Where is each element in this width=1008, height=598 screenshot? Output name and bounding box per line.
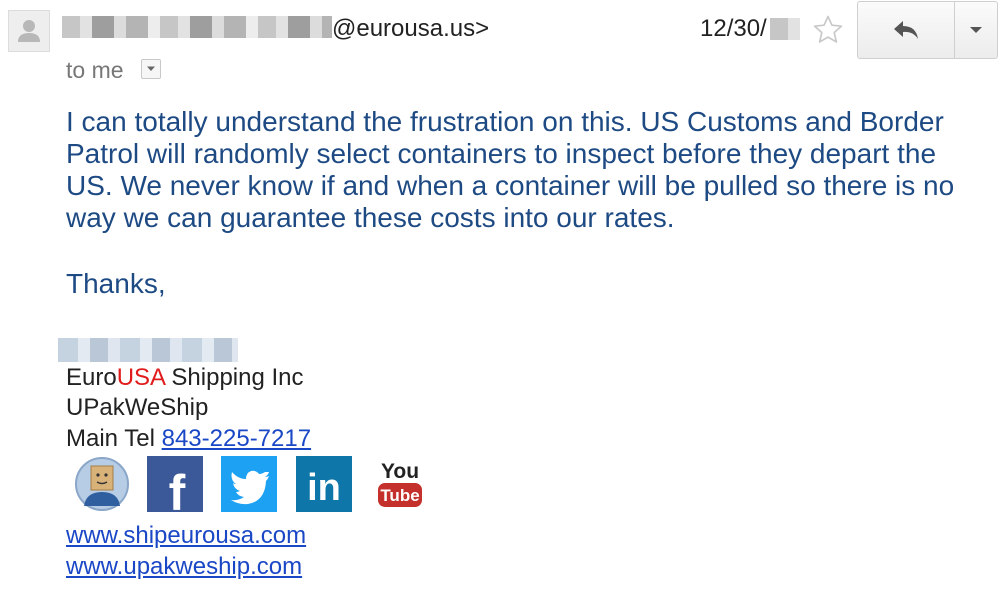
linkedin-icon: in <box>296 456 352 512</box>
sender-email: @eurousa.us> <box>332 15 490 42</box>
message-body: I can totally understand the frustration… <box>66 106 986 234</box>
person-icon <box>18 20 40 42</box>
phone-link[interactable]: 843-225-7217 <box>162 425 311 452</box>
website-link-shipeurousa[interactable]: www.shipeurousa.com <box>66 520 306 551</box>
recipient-label: to me <box>66 57 124 83</box>
company-highlight: USA <box>116 364 165 391</box>
youtube-bottom-text: Tube <box>380 486 419 505</box>
phone-label: Main Tel <box>66 425 162 452</box>
youtube-link[interactable]: You Tube <box>372 456 428 512</box>
youtube-icon: You Tube <box>378 460 422 507</box>
date-redacted <box>770 18 800 40</box>
website-link-upakweship[interactable]: www.upakweship.com <box>66 551 306 582</box>
twitter-icon <box>221 456 277 512</box>
star-icon <box>813 15 843 43</box>
box-mascot-icon <box>75 457 129 511</box>
signature-phone: Main Tel 843-225-7217 <box>66 425 311 453</box>
message-date: 12/30/ <box>700 15 767 42</box>
company-suffix: Shipping Inc <box>164 364 304 391</box>
signature-links: www.shipeurousa.com www.upakweship.com <box>66 520 306 582</box>
reply-icon <box>894 21 918 39</box>
reply-button[interactable] <box>857 1 955 59</box>
chevron-down-icon <box>147 66 155 71</box>
closing-text: Thanks, <box>66 268 166 299</box>
facebook-glyph: f <box>169 465 186 512</box>
linkedin-glyph: in <box>307 467 341 509</box>
message-paragraph: I can totally understand the frustration… <box>66 106 955 233</box>
twitter-link[interactable] <box>221 456 277 512</box>
facebook-link[interactable]: f <box>147 456 203 512</box>
signature-brand: UPakWeShip <box>66 394 209 421</box>
star-button[interactable] <box>811 13 845 47</box>
signer-name-redacted <box>58 338 238 362</box>
more-actions-button[interactable] <box>954 1 998 59</box>
show-details-button[interactable] <box>141 59 161 79</box>
chevron-down-icon <box>970 27 982 33</box>
youtube-top-text: You <box>381 460 419 483</box>
signature-company: EuroUSA Shipping Inc <box>66 364 304 392</box>
mascot-logo-link[interactable] <box>74 456 130 512</box>
sender-name-redacted <box>62 16 332 38</box>
facebook-icon: f <box>147 456 203 512</box>
sender-avatar <box>8 10 50 52</box>
company-prefix: Euro <box>66 364 117 391</box>
linkedin-link[interactable]: in <box>296 456 352 512</box>
